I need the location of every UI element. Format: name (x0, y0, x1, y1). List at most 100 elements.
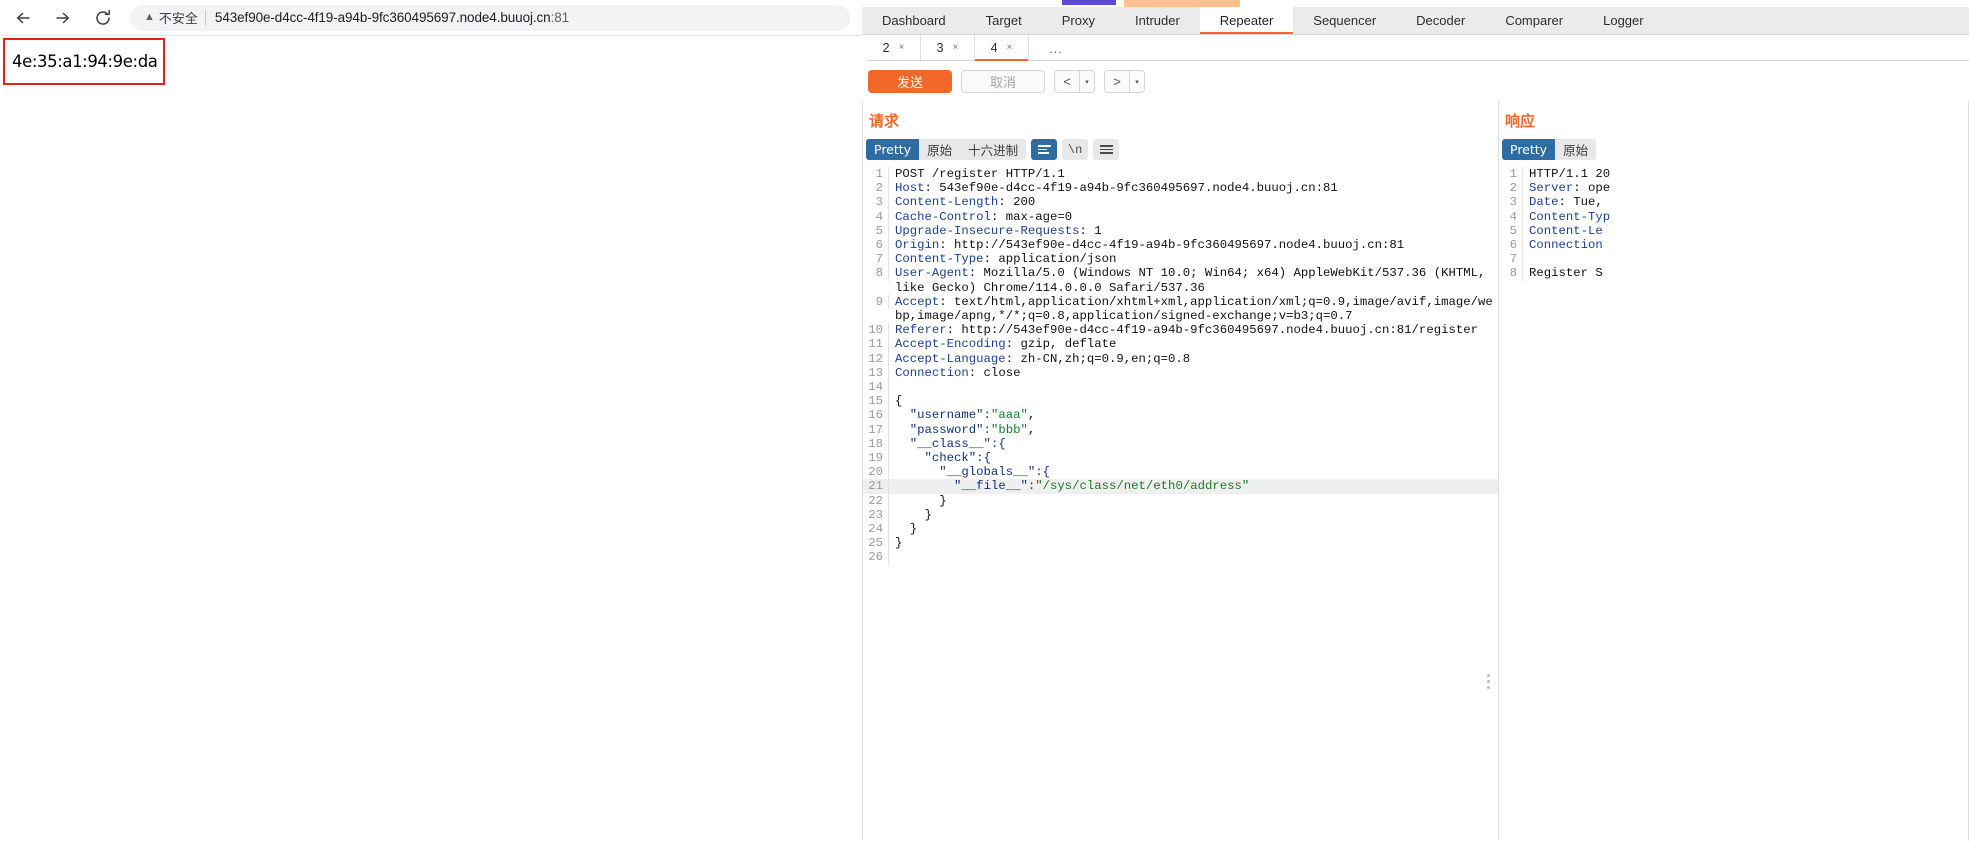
request-view-十六进制[interactable]: 十六进制 (960, 139, 1027, 160)
request-token: "aaa" (990, 408, 1028, 423)
request-line-text[interactable]: "__class__":{ (889, 437, 1498, 451)
main-tab-decoder[interactable]: Decoder (1396, 7, 1485, 34)
show-newlines-icon[interactable]: \n (1062, 139, 1089, 160)
request-line-number: 25 (863, 536, 889, 551)
response-line-text[interactable] (1523, 252, 1969, 266)
next-request-button[interactable]: > ▾ (1104, 70, 1145, 93)
main-tab-label: Decoder (1416, 13, 1466, 28)
response-line-number: 3 (1499, 195, 1523, 210)
word-wrap-glyph (1037, 143, 1051, 157)
main-tab-logger[interactable]: Logger (1583, 7, 1663, 34)
response-line-text[interactable]: Date: Tue, (1523, 195, 1969, 209)
request-line-text[interactable]: Accept-Language: zh-CN,zh;q=0.9,en;q=0.8 (889, 352, 1498, 366)
close-icon[interactable]: × (1007, 42, 1013, 53)
request-line-text[interactable]: Content-Length: 200 (889, 195, 1498, 209)
request-line-text[interactable] (889, 550, 1498, 564)
request-line-number: 14 (863, 380, 889, 395)
response-token: HTTP/1.1 20 (1529, 167, 1611, 181)
word-wrap-icon[interactable] (1031, 139, 1058, 160)
request-token: Upgrade-Insecure-Requests (895, 223, 1080, 238)
request-line-text[interactable]: } (889, 508, 1498, 522)
reload-button[interactable] (86, 1, 120, 35)
response-line-text[interactable]: Server: ope (1523, 181, 1969, 195)
main-tab-proxy[interactable]: Proxy (1042, 7, 1115, 34)
request-line-text[interactable]: "__file__":"/sys/class/net/eth0/address" (889, 479, 1498, 493)
request-token: : 543ef90e-d4cc-4f19-a94b-9fc360495697.n… (924, 181, 1338, 196)
response-line-text[interactable]: Content-Le (1523, 224, 1969, 238)
request-line-number: 6 (863, 238, 889, 253)
response-line: 4 Content-Typ (1499, 209, 1969, 224)
highlight-box: 4e:35:a1:94:9e:da (3, 38, 165, 85)
request-line: 25} (863, 536, 1498, 551)
close-icon[interactable]: × (899, 42, 905, 53)
prev-request-button[interactable]: < ▾ (1054, 70, 1095, 93)
request-line-text[interactable]: "check":{ (889, 451, 1498, 465)
response-line-text[interactable]: Connection (1523, 238, 1969, 252)
close-icon[interactable]: × (953, 42, 959, 53)
request-line-text[interactable]: "username":"aaa", (889, 408, 1498, 422)
request-line: 16 "username":"aaa", (863, 408, 1498, 423)
request-editor[interactable]: 1 POST /register HTTP/1.1 2 Host: 543ef90e-… (863, 167, 1498, 841)
cancel-button[interactable]: 取消 (961, 70, 1045, 93)
request-line-text[interactable]: Upgrade-Insecure-Requests: 1 (889, 224, 1498, 238)
request-line-text[interactable]: Accept: text/html,application/xhtml+xml,… (889, 295, 1498, 323)
request-line-text[interactable]: Referer: http://543ef90e-d4cc-4f19-a94b-… (889, 323, 1498, 337)
response-line: 1 HTTP/1.1 20 (1499, 167, 1969, 182)
send-button[interactable]: 发送 (868, 70, 952, 93)
list-menu-icon[interactable] (1093, 139, 1120, 160)
request-line-text[interactable]: Accept-Encoding: gzip, deflate (889, 337, 1498, 351)
repeater-tab-3[interactable]: 3 × (921, 35, 975, 60)
request-line-text[interactable]: Connection: close (889, 366, 1498, 380)
response-editor[interactable]: 1 HTTP/1.1 20 2 Server: ope 3 Date: Tue, 4 Cont… (1499, 167, 1969, 841)
response-view-原始[interactable]: 原始 (1555, 139, 1597, 160)
main-tab-target[interactable]: Target (966, 7, 1042, 34)
request-line-text[interactable]: } (889, 494, 1498, 508)
request-line-text[interactable]: "password":"bbb", (889, 423, 1498, 437)
response-pane: 响应 Pretty 原始 1 HTTP/1.1 20 2 Server: ope 3 Dat… (1498, 101, 1969, 841)
page-viewport: 4e:35:a1:94:9e:da (0, 36, 862, 841)
main-tab-dashboard[interactable]: Dashboard (862, 7, 966, 34)
request-line-number: 18 (863, 436, 889, 452)
request-view-原始[interactable]: 原始 (919, 139, 961, 160)
main-tab-sequencer[interactable]: Sequencer (1293, 7, 1396, 34)
repeater-tab-bar: 2 × 3 × 4 ×... (867, 35, 1969, 61)
pane-resize-handle[interactable] (1487, 674, 1490, 689)
forward-button[interactable] (46, 1, 80, 35)
request-token: : text/html,application/xhtml+xml,applic… (895, 294, 1493, 324)
repeater-tab-4[interactable]: 4 × (975, 35, 1029, 61)
request-line-text[interactable]: { (889, 394, 1498, 408)
response-view-Pretty[interactable]: Pretty (1502, 139, 1556, 160)
response-line-text[interactable]: Content-Typ (1523, 210, 1969, 224)
request-line-text[interactable]: "__globals__":{ (889, 465, 1498, 479)
request-line-text[interactable]: Cache-Control: max-age=0 (889, 210, 1498, 224)
chevron-down-icon[interactable]: ▾ (1130, 71, 1144, 92)
request-line: 3 Content-Length: 200 (863, 195, 1498, 210)
back-button[interactable] (6, 1, 40, 35)
request-token: POST /register HTTP/1.1 (895, 167, 1065, 181)
response-line-text[interactable]: HTTP/1.1 20 (1523, 167, 1969, 181)
response-line-text[interactable]: Register S (1523, 266, 1969, 280)
chevron-down-icon[interactable]: ▾ (1080, 71, 1094, 92)
request-line-text[interactable]: User-Agent: Mozilla/5.0 (Windows NT 10.0… (889, 266, 1498, 294)
request-line-text[interactable]: } (889, 536, 1498, 550)
request-line-text[interactable]: Host: 543ef90e-d4cc-4f19-a94b-9fc3604956… (889, 181, 1498, 195)
prev-arrow-icon: < (1063, 74, 1071, 89)
warning-triangle-icon: ▲ (144, 11, 155, 23)
request-line-text[interactable]: POST /register HTTP/1.1 (889, 167, 1498, 181)
request-line: 19 "check":{ (863, 451, 1498, 466)
request-line-text[interactable] (889, 380, 1498, 394)
request-line-text[interactable]: Content-Type: application/json (889, 252, 1498, 266)
request-line-text[interactable]: Origin: http://543ef90e-d4cc-4f19-a94b-9… (889, 238, 1498, 252)
request-view-Pretty[interactable]: Pretty (866, 139, 920, 160)
address-bar[interactable]: ▲ 不安全 543ef90e-d4cc-4f19-a94b-9fc3604956… (130, 4, 850, 31)
request-line-number: 9 (863, 294, 889, 310)
main-tab-repeater[interactable]: Repeater (1199, 7, 1294, 34)
request-line-number: 5 (863, 223, 889, 239)
main-tab-comparer[interactable]: Comparer (1485, 7, 1583, 34)
repeater-tab-overflow[interactable]: ... (1029, 35, 1083, 60)
request-line-text[interactable]: } (889, 522, 1498, 536)
repeater-tab-2[interactable]: 2 × (867, 35, 921, 60)
window-top-strip (862, 0, 1969, 12)
request-line-number: 23 (863, 507, 889, 523)
main-tab-intruder[interactable]: Intruder (1115, 7, 1200, 34)
